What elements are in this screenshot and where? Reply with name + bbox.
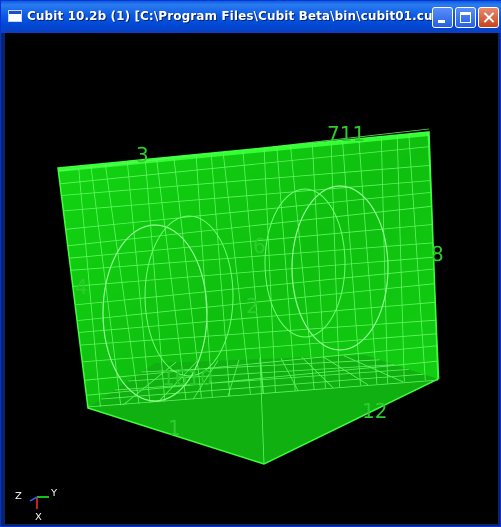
minimize-button[interactable] [432, 7, 453, 28]
z-axis-line [29, 496, 38, 502]
axis-label-z: Z [15, 491, 22, 502]
entity-label-12: 12 [362, 399, 387, 423]
graphics-viewport[interactable]: 3 711 8 4 6 2 1610 1 12 Z Y X [5, 33, 498, 524]
application-icon[interactable] [8, 10, 22, 22]
title-bar[interactable]: Cubit 10.2b (1) [C:\Program Files\Cubit … [1, 1, 501, 33]
entity-label-1: 1 [168, 416, 181, 440]
entity-label-8: 8 [431, 242, 444, 266]
application-window: Cubit 10.2b (1) [C:\Program Files\Cubit … [0, 0, 501, 527]
window-title: Cubit 10.2b (1) [C:\Program Files\Cubit … [27, 9, 447, 23]
entity-label-6: 6 [253, 234, 266, 258]
entity-label-3: 3 [136, 143, 149, 167]
axis-triad: Z Y X [15, 488, 58, 523]
entity-label-1610: 1610 [162, 366, 213, 390]
axis-label-y: Y [50, 488, 58, 499]
axis-label-x: X [35, 512, 42, 523]
entity-label-2: 2 [246, 294, 259, 318]
mesh-canvas[interactable]: 3 711 8 4 6 2 1610 1 12 Z Y X [5, 33, 498, 524]
entity-label-711: 711 [327, 122, 365, 146]
entity-label-4: 4 [75, 275, 88, 299]
maximize-button[interactable] [455, 7, 476, 28]
close-button[interactable] [478, 7, 499, 28]
